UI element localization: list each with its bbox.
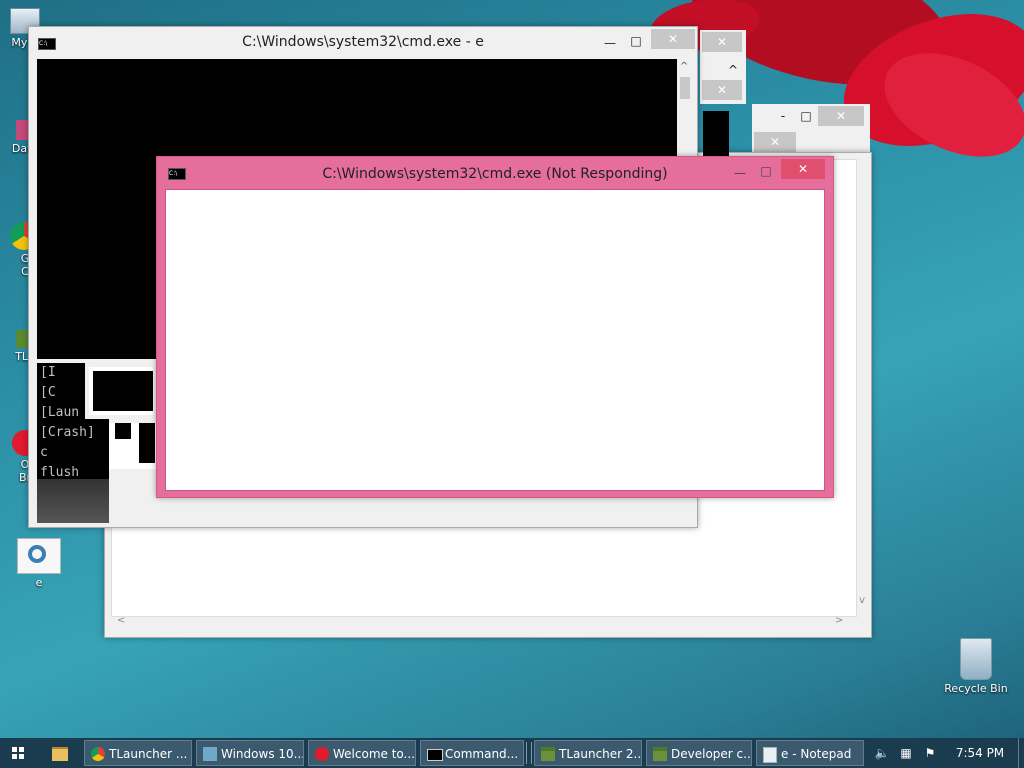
desktop-icon-e[interactable]: e bbox=[14, 538, 64, 589]
taskbar-item-label: Command... bbox=[445, 747, 519, 761]
desktop-icon-label: Recycle Bin bbox=[944, 682, 1008, 695]
black-patch bbox=[703, 111, 729, 157]
maximize-button[interactable]: □ bbox=[629, 31, 643, 51]
file-explorer-pinned[interactable] bbox=[46, 742, 74, 764]
close-button[interactable]: ✕ bbox=[702, 80, 742, 100]
scroll-up-arrow-icon[interactable]: ^ bbox=[726, 60, 740, 80]
minimize-button[interactable]: - bbox=[776, 106, 790, 126]
notepad-icon bbox=[763, 747, 777, 763]
minimize-button[interactable]: — bbox=[603, 33, 617, 53]
scroll-right-arrow-icon[interactable]: > bbox=[835, 615, 843, 626]
action-center-icon[interactable]: ⚑ bbox=[922, 746, 938, 760]
desktop-icon-recycle-bin[interactable]: Recycle Bin bbox=[940, 638, 1012, 695]
taskbar-item-chrome[interactable]: TLauncher ... bbox=[84, 740, 192, 766]
chrome-icon bbox=[91, 747, 105, 761]
cmd-icon bbox=[427, 749, 443, 761]
close-button[interactable]: ✕ bbox=[702, 32, 742, 52]
close-button[interactable]: ✕ bbox=[818, 106, 864, 126]
taskbar-item-label: TLauncher 2... bbox=[559, 747, 642, 761]
data-shortcut-icon bbox=[16, 120, 28, 140]
scroll-up-arrow-icon[interactable]: ^ bbox=[680, 61, 688, 72]
cmd-icon: C:\ bbox=[168, 168, 186, 180]
ghost-fragment bbox=[109, 423, 157, 469]
start-button[interactable] bbox=[0, 738, 38, 768]
scroll-down-arrow-icon[interactable]: v bbox=[859, 595, 865, 606]
folder-icon bbox=[52, 747, 68, 761]
close-button[interactable]: ✕ bbox=[651, 29, 695, 49]
show-desktop-button[interactable] bbox=[1018, 738, 1024, 768]
recycle-bin-icon bbox=[960, 638, 992, 680]
taskbar-item-label: TLauncher ... bbox=[109, 747, 188, 761]
taskbar: TLauncher ... Windows 10... Welcome to..… bbox=[0, 738, 1024, 768]
close-button[interactable]: ✕ bbox=[781, 159, 825, 179]
minecraft-block-icon bbox=[541, 747, 555, 761]
taskbar-item-tlauncher[interactable]: TLauncher 2... bbox=[534, 740, 642, 766]
taskbar-item-label: Welcome to... bbox=[333, 747, 415, 761]
minimize-button[interactable]: — bbox=[733, 163, 747, 183]
windows-store-icon bbox=[203, 747, 217, 761]
ghost-window-fragment: - □ ✕ ✕ bbox=[752, 104, 870, 154]
network-icon[interactable]: ▦ bbox=[898, 746, 914, 760]
taskbar-item-developer[interactable]: Developer c... bbox=[646, 740, 752, 766]
windows-logo-icon bbox=[12, 747, 24, 759]
cmd-icon: C:\ bbox=[38, 38, 56, 50]
window-title: C:\Windows\system32\cmd.exe (Not Respond… bbox=[322, 166, 668, 182]
ghost-fragment bbox=[85, 363, 157, 419]
maximize-button[interactable]: □ bbox=[759, 161, 773, 181]
opera-icon bbox=[315, 747, 329, 761]
taskbar-item-opera[interactable]: Welcome to... bbox=[308, 740, 416, 766]
desktop-icon-label: e bbox=[35, 576, 43, 589]
scroll-thumb[interactable] bbox=[680, 77, 690, 99]
window-title: C:\Windows\system32\cmd.exe - e bbox=[242, 34, 484, 50]
taskbar-item-command[interactable]: Command... bbox=[420, 740, 524, 766]
minecraft-block-icon bbox=[653, 747, 667, 761]
ghost-window-fragment: ^ bbox=[700, 54, 746, 80]
taskbar-item-notepad[interactable]: e - Notepad bbox=[756, 740, 864, 766]
settings-file-icon bbox=[17, 538, 61, 574]
volume-muted-icon[interactable]: 🔈 bbox=[874, 746, 890, 760]
console-glitch bbox=[37, 479, 109, 523]
clock[interactable]: 7:54 PM bbox=[950, 738, 1010, 768]
taskbar-item-label: Windows 10... bbox=[221, 747, 304, 761]
scroll-left-arrow-icon[interactable]: < bbox=[117, 615, 125, 626]
taskbar-separator bbox=[526, 742, 532, 764]
taskbar-item-label: e - Notepad bbox=[781, 747, 852, 761]
taskbar-item-windows10[interactable]: Windows 10... bbox=[196, 740, 304, 766]
ghost-window-fragment: ✕ bbox=[700, 78, 746, 104]
cmd-window-not-responding[interactable]: C:\ C:\Windows\system32\cmd.exe (Not Res… bbox=[156, 156, 834, 498]
window-content-area bbox=[165, 189, 825, 491]
maximize-button[interactable]: □ bbox=[798, 106, 814, 126]
console-line: [Crash] c bbox=[40, 425, 95, 460]
ghost-window-fragment: ✕ bbox=[700, 30, 746, 54]
taskbar-item-label: Developer c... bbox=[671, 747, 752, 761]
close-button[interactable]: ✕ bbox=[754, 132, 796, 152]
